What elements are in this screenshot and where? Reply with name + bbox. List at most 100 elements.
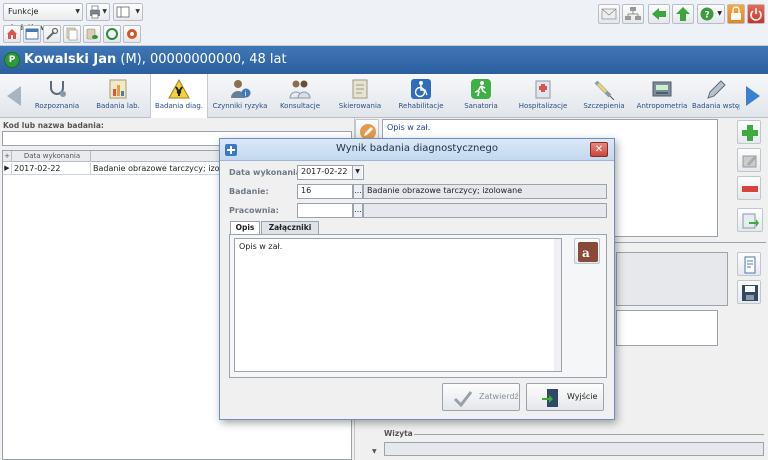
wizyta-field[interactable] [384, 442, 764, 456]
attach-button[interactable] [737, 252, 761, 276]
wizyta-label: Wizyta [384, 429, 413, 438]
lock-button[interactable] [727, 4, 745, 24]
scroll-down-icon[interactable]: ▼ [372, 448, 377, 455]
document-icon [744, 256, 756, 274]
pracownia-input[interactable] [297, 203, 353, 218]
network-icon [625, 7, 641, 20]
nav-item-skierowania[interactable]: Skierowania [332, 74, 388, 118]
documents-button[interactable] [63, 25, 81, 43]
nav-label: Rozpoznania [34, 102, 80, 110]
calendar-button[interactable] [23, 25, 41, 43]
col-header-date[interactable]: Data wykonania [12, 151, 91, 162]
gear-icon [127, 29, 137, 39]
edit-button[interactable] [737, 148, 761, 172]
export-button[interactable] [737, 208, 763, 232]
nav-item-antropometria[interactable]: Antropometria [634, 74, 690, 118]
patient-details: (M), 00000000000, 48 lat [116, 52, 287, 67]
calendar-icon [25, 28, 39, 40]
tab-panel: Opis w zał. a [229, 234, 607, 378]
add-button[interactable] [737, 120, 761, 144]
nav-prev-icon[interactable] [3, 84, 25, 108]
running-man-icon [471, 79, 491, 99]
home-icon [7, 29, 17, 39]
nav-label: Sanatoria [464, 102, 498, 110]
power-button[interactable] [747, 4, 765, 24]
pen-icon [707, 80, 726, 99]
wyjscie-button[interactable]: Wyjście [526, 383, 604, 411]
help-button[interactable]: ? ▼ [697, 4, 725, 24]
nav-item-badania-diag[interactable]: Badania diag. [150, 74, 208, 118]
svg-text:?: ? [705, 11, 710, 21]
dialog-titlebar[interactable]: Wynik badania diagnostycznego ✕ [220, 139, 614, 161]
close-button[interactable]: ✕ [590, 142, 608, 157]
nav-label: Czynniki ryzyka [212, 102, 268, 110]
delete-button[interactable] [737, 176, 761, 200]
exit-door-icon [542, 389, 558, 407]
chevron-down-icon: ▼ [102, 8, 107, 15]
zatwierdz-button[interactable]: Zatwierdź [442, 383, 520, 411]
badanie-code-input[interactable]: 16 [297, 184, 353, 199]
person-info-icon: i [231, 80, 251, 98]
mail-button[interactable] [598, 4, 620, 24]
top-toolbar: Funkcje dodatkowe ▼ ▼ ▼ ?▼ [0, 0, 768, 46]
hospital-icon [535, 80, 551, 99]
patient-info: Kowalski Jan (M), 00000000000, 48 lat [24, 52, 287, 67]
textarea-scrollbar[interactable] [554, 239, 561, 371]
nav-item-rehabilitacje[interactable]: Rehabilitacje [392, 74, 450, 118]
home-button[interactable] [3, 25, 21, 43]
pills-button[interactable] [83, 25, 101, 43]
nav-label: Badania diag. [154, 102, 204, 110]
arrow-up-icon [676, 7, 690, 21]
nav-item-szczepienia[interactable]: Szczepienia [578, 74, 630, 118]
checkmark-icon [453, 391, 473, 408]
tab-opis[interactable]: Opis [230, 221, 260, 235]
chevron-down-icon: ▼ [135, 8, 140, 15]
stethoscope-icon [50, 81, 66, 97]
network-button[interactable] [622, 4, 644, 24]
chevron-down-icon: ▼ [75, 8, 80, 15]
lab-chart-icon [109, 79, 127, 99]
badanie-browse-button[interactable]: ... [353, 184, 363, 199]
info-box [616, 252, 728, 306]
dialog-opis-textarea[interactable]: Opis w zał. [234, 238, 562, 372]
power-icon [750, 8, 762, 21]
nav-next-icon[interactable] [742, 84, 764, 108]
funkcje-dodatkowe-dropdown[interactable]: Funkcje dodatkowe ▼ [3, 3, 83, 32]
pracownia-browse-button[interactable]: ... [353, 203, 363, 218]
wyjscie-label: Wyjście [567, 392, 598, 401]
chevron-down-icon: ▼ [717, 10, 722, 17]
chevron-down-icon[interactable]: ▼ [352, 166, 362, 179]
settings-button[interactable] [123, 25, 141, 43]
wheelchair-icon [411, 79, 431, 99]
nav-item-konsultacje[interactable]: Konsultacje [272, 74, 328, 118]
up-button[interactable] [672, 4, 694, 24]
nav-item-badania-lab[interactable]: Badania lab. [90, 74, 146, 118]
notes-box[interactable] [616, 310, 718, 346]
nav-item-hospitalizacje[interactable]: Hospitalizacje [512, 74, 574, 118]
radiation-icon [168, 78, 190, 99]
save-button[interactable] [737, 280, 761, 304]
export-icon [742, 213, 759, 229]
nav-item-badania-wstep[interactable]: Badania wstęp [692, 74, 740, 118]
date-picker[interactable]: 2017-02-22 ▼ [297, 165, 364, 180]
pracownia-label: Pracownia: [229, 206, 279, 215]
nav-label: Antropometria [636, 102, 688, 110]
wizyta-line [414, 434, 764, 435]
nav-item-rozpoznania[interactable]: Rozpoznania [28, 74, 86, 118]
nav-item-sanatoria[interactable]: Sanatoria [454, 74, 508, 118]
lock-icon [731, 6, 741, 20]
nav-label: Badania lab. [96, 102, 140, 110]
tools-button[interactable] [43, 25, 61, 43]
svg-text:a: a [582, 246, 590, 260]
nav-label: Szczepienia [583, 102, 625, 110]
grid-add-icon[interactable]: + [3, 151, 12, 162]
tab-zalaczniki[interactable]: Załączniki [261, 221, 319, 234]
dialog-title: Wynik badania diagnostycznego [336, 143, 498, 154]
print-dropdown[interactable]: ▼ [86, 3, 110, 21]
sync-button[interactable] [103, 25, 121, 43]
nav-item-czynniki-ryzyka[interactable]: i Czynniki ryzyka [212, 74, 268, 118]
cell-date: 2017-02-22 [12, 163, 91, 175]
spellcheck-button[interactable]: a [574, 238, 600, 264]
layout-dropdown[interactable]: ▼ [113, 3, 143, 21]
back-button[interactable] [648, 4, 670, 24]
